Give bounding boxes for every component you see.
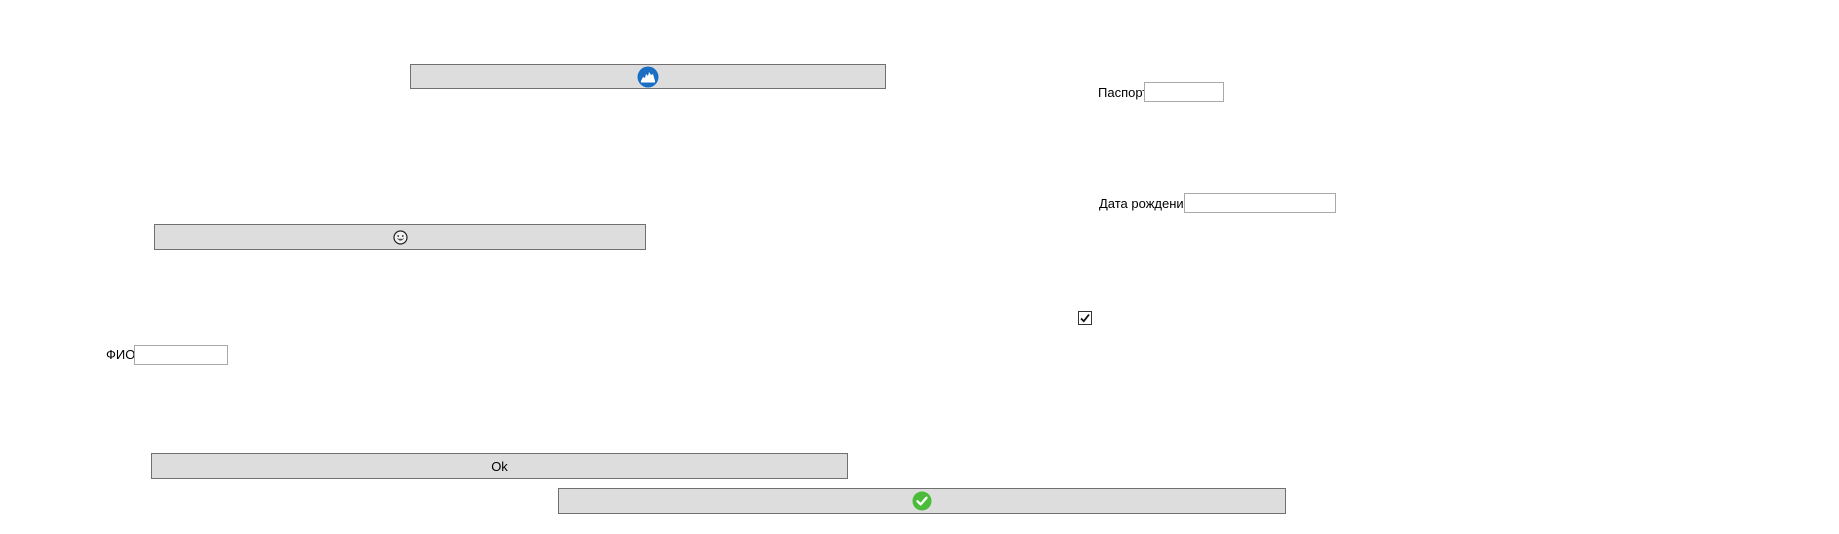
emoji-button[interactable] <box>154 224 646 250</box>
ok-button[interactable]: Ok <box>151 453 848 479</box>
check-mark-icon <box>1080 313 1090 323</box>
fio-field[interactable] <box>134 345 228 365</box>
image-button-top[interactable] <box>410 64 886 89</box>
green-checkmark-icon <box>912 491 932 511</box>
grinning-face-icon <box>392 229 408 245</box>
passport-label: Паспорт <box>1098 85 1149 100</box>
passport-field[interactable] <box>1144 82 1224 102</box>
birth-date-label: Дата рождения <box>1099 196 1191 211</box>
birth-date-field[interactable] <box>1184 193 1336 213</box>
fio-label: ФИО <box>106 347 136 362</box>
ok-button-label: Ok <box>491 458 508 474</box>
blue-circle-landscape-icon <box>637 66 659 88</box>
agree-checkbox[interactable] <box>1078 311 1092 325</box>
confirm-button[interactable] <box>558 488 1286 514</box>
